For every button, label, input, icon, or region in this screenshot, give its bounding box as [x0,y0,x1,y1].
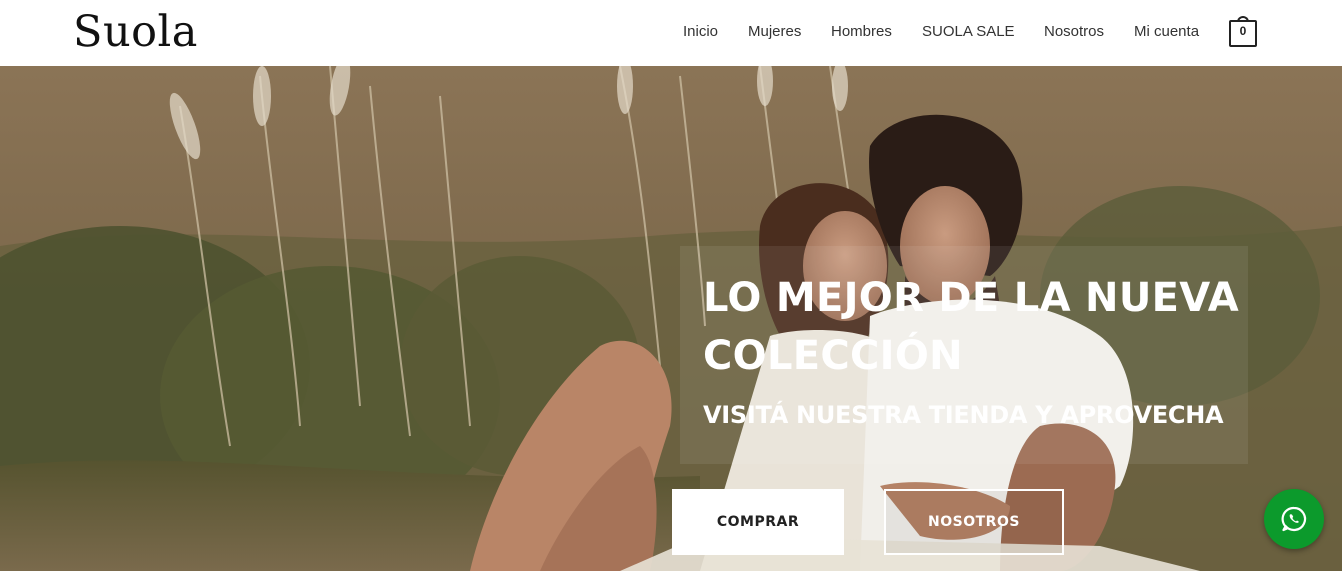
comprar-button[interactable]: COMPRAR [672,489,844,555]
main-nav: Inicio Mujeres Hombres SUOLA SALE Nosotr… [0,22,1342,42]
hero-title: LO MEJOR DE LA NUEVA COLECCIÓN [703,275,1240,379]
nav-item-suola-sale[interactable]: SUOLA SALE [922,22,1015,42]
whatsapp-icon [1281,506,1307,532]
nav-item-mujeres[interactable]: Mujeres [748,22,801,42]
cart-count-badge: 0 [1239,24,1247,38]
nav-item-inicio[interactable]: Inicio [683,22,718,42]
hero-banner: LO MEJOR DE LA NUEVA COLECCIÓN VISITÁ NU… [0,66,1342,571]
cart-button[interactable]: 0 [1229,16,1257,48]
site-header: Suola Inicio Mujeres Hombres SUOLA SALE … [0,0,1342,66]
nav-item-nosotros[interactable]: Nosotros [1044,22,1104,42]
nav-item-mi-cuenta[interactable]: Mi cuenta [1134,22,1199,42]
whatsapp-button[interactable] [1264,489,1324,549]
nosotros-button[interactable]: NOSOTROS [884,489,1064,555]
hero-subtitle: VISITÁ NUESTRA TIENDA Y APROVECHA [703,401,1224,429]
nav-item-hombres[interactable]: Hombres [831,22,892,42]
